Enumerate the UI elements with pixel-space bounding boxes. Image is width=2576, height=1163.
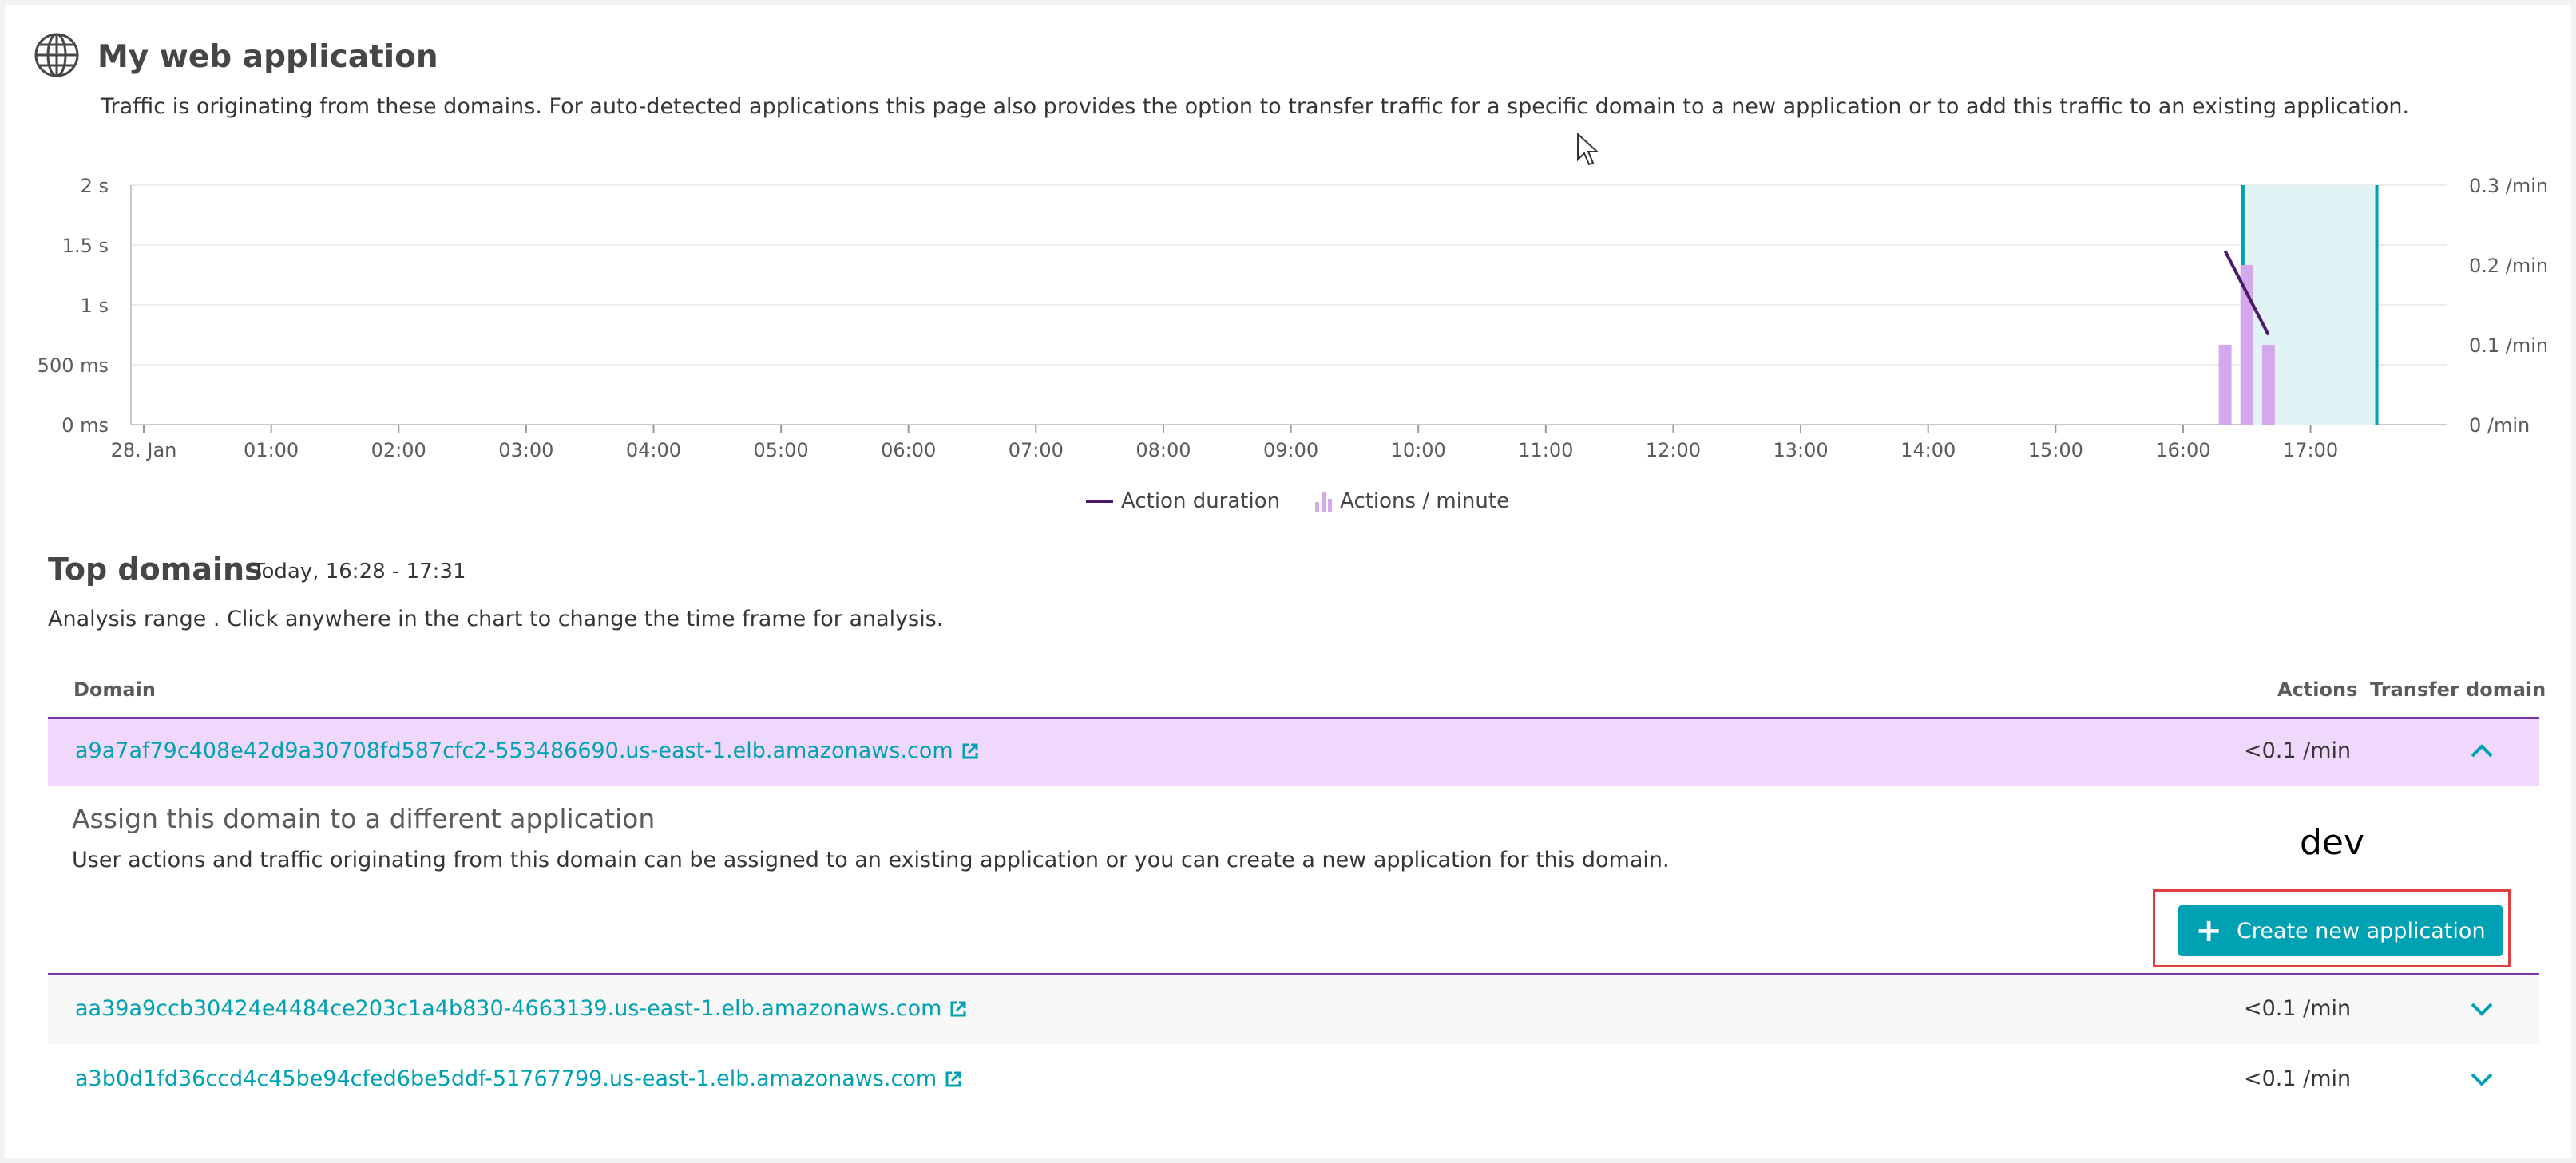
annotation-label: dev: [2300, 822, 2365, 863]
x-tick-label: 09:00: [1263, 439, 1318, 461]
top-domains-title: Top domains: [48, 552, 263, 587]
create-new-application-button[interactable]: + Create new application: [2178, 905, 2503, 956]
x-tick-label: 08:00: [1135, 439, 1191, 461]
actions-rate: <0.1 /min: [2244, 1066, 2352, 1091]
domain-name[interactable]: aa39a9ccb30424e4484ce203c1a4b830-4663139…: [75, 993, 941, 1025]
external-link-icon: [945, 1071, 961, 1087]
performance-chart[interactable]: 0 ms 500 ms 1 s 1.5 s 2 s 0 /min 0.1 /min 0.2 …: [0, 168, 2576, 535]
x-tick-label: 13:00: [1773, 439, 1828, 461]
create-button-label: Create new application: [2236, 918, 2486, 943]
x-tick-label: 06:00: [881, 439, 936, 461]
page-title: My web application: [97, 39, 438, 75]
x-tick-label: 02:00: [371, 439, 426, 461]
timeframe-label: Today, 16:28 - 17:31: [252, 560, 466, 583]
mouse-cursor-icon: [1577, 133, 1599, 166]
x-tick-label: 05:00: [754, 439, 809, 461]
chart-bar: [2240, 265, 2253, 425]
x-tick-label: 01:00: [244, 439, 299, 461]
analysis-hint: Analysis range . Click anywhere in the c…: [48, 607, 944, 631]
external-link-icon: [962, 743, 978, 759]
external-link-icon: [950, 1001, 966, 1017]
x-tick-label: 03:00: [498, 439, 553, 461]
x-tick-label: 12:00: [1646, 439, 1701, 461]
domain-link[interactable]: aa39a9ccb30424e4484ce203c1a4b830-4663139…: [75, 993, 967, 1025]
chevron-down-icon[interactable]: [2467, 995, 2496, 1023]
assign-domain-description: User actions and traffic originating fro…: [72, 848, 1670, 872]
globe-icon: [34, 33, 79, 77]
table-row[interactable]: a9a7af79c408e42d9a30708fd587cfc2-5534866…: [48, 717, 2539, 786]
legend-actions-label: Actions / minute: [1340, 489, 1510, 513]
y-right-tick-label: 0.2 /min: [2469, 255, 2548, 277]
x-tick-label: 04:00: [626, 439, 681, 461]
plus-icon: +: [2195, 912, 2222, 949]
page-description: Traffic is originating from these domain…: [101, 94, 2410, 119]
actions-rate: <0.1 /min: [2244, 738, 2352, 763]
chart-grid: [130, 184, 2447, 425]
y-right-tick-label: 0 /min: [2469, 414, 2530, 437]
y-tick-label: 1.5 s: [62, 235, 109, 257]
column-header-actions: Actions: [2277, 678, 2358, 701]
chart-bar: [2218, 345, 2232, 425]
y-right-tick-label: 0.3 /min: [2469, 175, 2548, 197]
y-tick-label: 2 s: [81, 175, 109, 197]
x-tick-label: 28. Jan: [111, 439, 177, 461]
x-tick-label: 14:00: [1900, 439, 1956, 461]
chart-bar: [2261, 345, 2275, 425]
x-tick-label: 07:00: [1009, 439, 1064, 461]
table-row[interactable]: aa39a9ccb30424e4484ce203c1a4b830-4663139…: [48, 975, 2539, 1044]
domain-link[interactable]: a3b0d1fd36ccd4c45be94cfed6be5ddf-5176779…: [75, 1063, 962, 1095]
column-header-transfer: Transfer domain: [2370, 678, 2546, 701]
actions-rate: <0.1 /min: [2244, 996, 2352, 1021]
x-tick-label: 11:00: [1518, 439, 1573, 461]
legend-line-swatch: [1086, 500, 1113, 503]
y-axis-left: 0 ms 500 ms 1 s 1.5 s 2 s: [38, 175, 109, 437]
x-tick-label: 10:00: [1391, 439, 1446, 461]
y-right-tick-label: 0.1 /min: [2469, 334, 2548, 357]
chart-legend: Action duration Actions / minute: [1086, 485, 1509, 517]
y-tick-label: 0 ms: [61, 414, 109, 437]
legend-bar-swatch: [1315, 491, 1333, 512]
legend-duration-label: Action duration: [1121, 489, 1281, 513]
chevron-up-icon[interactable]: [2467, 737, 2496, 765]
assign-domain-title: Assign this domain to a different applic…: [72, 803, 656, 834]
domain-link[interactable]: a9a7af79c408e42d9a30708fd587cfc2-5534866…: [75, 735, 979, 767]
y-tick-label: 1 s: [81, 295, 109, 317]
x-axis: 28. Jan 01:00 02:00 03:00 04:00 05:00 06:00 07:…: [111, 425, 2338, 461]
x-tick-label: 15:00: [2028, 439, 2083, 461]
domain-name[interactable]: a3b0d1fd36ccd4c45be94cfed6be5ddf-5176779…: [75, 1063, 937, 1095]
y-axis-right: 0 /min 0.1 /min 0.2 /min 0.3 /min: [2469, 175, 2548, 437]
chevron-down-icon[interactable]: [2467, 1065, 2496, 1094]
domain-name[interactable]: a9a7af79c408e42d9a30708fd587cfc2-5534866…: [75, 735, 953, 767]
x-tick-label: 16:00: [2155, 439, 2210, 461]
table-row[interactable]: a3b0d1fd36ccd4c45be94cfed6be5ddf-5176779…: [48, 1046, 2539, 1114]
column-header-domain: Domain: [73, 678, 156, 701]
y-tick-label: 500 ms: [38, 354, 109, 377]
x-tick-label: 17:00: [2283, 439, 2338, 461]
